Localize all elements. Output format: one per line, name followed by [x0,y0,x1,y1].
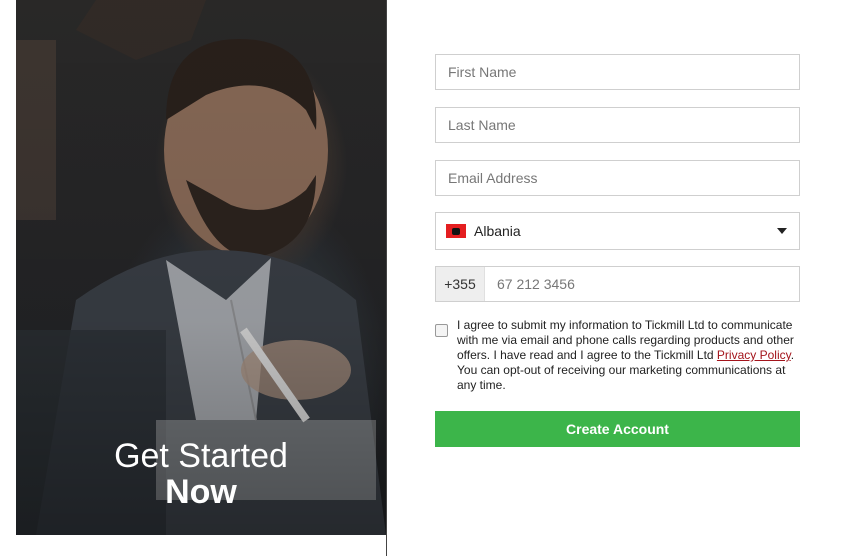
panel-divider [386,0,387,556]
consent-section: I agree to submit my information to Tick… [435,318,800,393]
hero-title: Get Started Now [16,438,386,510]
country-selected-value: Albania [474,223,521,239]
first-name-field[interactable] [435,54,800,90]
hero-title-line2: Now [165,473,237,511]
privacy-policy-link[interactable]: Privacy Policy [717,348,791,362]
last-name-field[interactable] [435,107,800,143]
phone-field[interactable]: +355 [435,266,800,302]
hero-title-line1: Get Started [114,437,288,475]
phone-input[interactable] [485,267,799,301]
first-name-input[interactable] [436,55,799,89]
last-name-input[interactable] [436,108,799,142]
phone-country-code: +355 [436,267,485,301]
consent-text: I agree to submit my information to Tick… [457,318,800,393]
create-account-button[interactable]: Create Account [435,411,800,447]
email-input[interactable] [436,161,799,195]
country-select[interactable]: Albania [435,212,800,250]
hero-panel: Get Started Now [16,0,386,535]
email-field[interactable] [435,160,800,196]
consent-checkbox[interactable] [435,324,448,337]
albania-flag-icon [446,224,466,238]
caret-down-icon[interactable] [777,228,787,234]
